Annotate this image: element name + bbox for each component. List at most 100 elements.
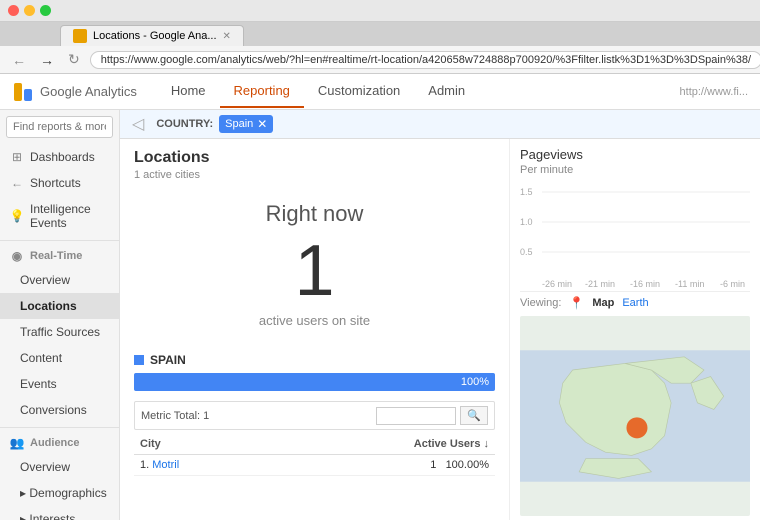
pageviews-subtitle: Per minute bbox=[520, 164, 750, 176]
nav-admin[interactable]: Admin bbox=[414, 75, 479, 108]
url-bar[interactable]: https://www.google.com/analytics/web/?hl… bbox=[90, 51, 760, 69]
sidebar-item-demographics[interactable]: ▸ Demographics bbox=[0, 480, 119, 506]
sidebar-item-audience-overview[interactable]: Overview bbox=[0, 454, 119, 480]
table-section: Metric Total: 1 🔍 City Active Users ↓ bbox=[134, 401, 495, 476]
sidebar-item-shortcuts[interactable]: ← Shortcuts bbox=[0, 170, 119, 196]
left-panel: Locations 1 active cities Right now 1 ac… bbox=[120, 139, 510, 520]
nav-home[interactable]: Home bbox=[157, 75, 220, 108]
grid-icon: ⊞ bbox=[10, 150, 24, 164]
sidebar-item-dashboards[interactable]: ⊞ Dashboards bbox=[0, 144, 119, 170]
filter-country-label: COUNTRY: bbox=[156, 118, 213, 130]
svg-text:-6 min: -6 min bbox=[720, 279, 745, 289]
viewing-label: Viewing: bbox=[520, 297, 561, 309]
ga-logo-text: Google Analytics bbox=[40, 84, 137, 99]
sidebar-toggle-icon[interactable]: ◁ bbox=[132, 114, 144, 134]
sidebar-item-interests[interactable]: ▸ Interests bbox=[0, 506, 119, 520]
data-table: City Active Users ↓ 1. Motril 1 100.00% bbox=[134, 434, 495, 476]
nav-customization[interactable]: Customization bbox=[304, 75, 414, 108]
col-city: City bbox=[134, 434, 267, 455]
chart-svg: 1.5 1.0 0.5 -26 min -21 min -16 min -11 … bbox=[520, 182, 750, 291]
page-subtitle: 1 active cities bbox=[134, 169, 495, 181]
svg-text:-21 min: -21 min bbox=[585, 279, 615, 289]
content-area: ◁ COUNTRY: Spain ✕ Locations 1 active ci… bbox=[120, 110, 760, 520]
clock-icon: ◉ bbox=[10, 249, 24, 263]
pageviews-title: Pageviews bbox=[520, 147, 750, 162]
tab-bar: Locations - Google Ana... ✕ bbox=[0, 22, 760, 46]
right-now-label: Right now bbox=[134, 201, 495, 227]
chart-area: 1.5 1.0 0.5 -26 min -21 min -16 min -11 … bbox=[520, 182, 750, 292]
window-chrome bbox=[0, 0, 760, 22]
country-dot-icon bbox=[134, 355, 144, 365]
table-header-row: Metric Total: 1 🔍 bbox=[134, 401, 495, 430]
svg-text:1.5: 1.5 bbox=[520, 187, 533, 197]
right-panel: Pageviews Per minute 1.5 1.0 0.5 -26 bbox=[510, 139, 760, 520]
ga-logo: Google Analytics bbox=[12, 81, 137, 103]
sidebar-section-main: ⊞ Dashboards ← Shortcuts 💡 Intelligence … bbox=[0, 144, 119, 236]
cell-rank: 1. Motril bbox=[134, 455, 267, 476]
sidebar-item-traffic[interactable]: Traffic Sources bbox=[0, 319, 119, 345]
top-nav: Google Analytics Home Reporting Customiz… bbox=[0, 74, 760, 110]
viewing-bar: Viewing: 📍 Map Earth bbox=[520, 296, 750, 310]
svg-text:-16 min: -16 min bbox=[630, 279, 660, 289]
svg-text:0.5: 0.5 bbox=[520, 247, 533, 257]
back-button[interactable]: ← bbox=[8, 50, 30, 70]
browser-tab[interactable]: Locations - Google Ana... ✕ bbox=[60, 25, 244, 46]
sidebar-item-events[interactable]: Events bbox=[0, 371, 119, 397]
country-label: SPAIN bbox=[134, 353, 495, 367]
metric-total: Metric Total: 1 bbox=[141, 410, 376, 422]
svg-text:-26 min: -26 min bbox=[542, 279, 572, 289]
tab-title: Locations - Google Ana... bbox=[93, 30, 217, 42]
cell-active-users: 1 100.00% bbox=[267, 455, 495, 476]
sidebar-item-conversions[interactable]: Conversions bbox=[0, 397, 119, 423]
window-buttons bbox=[8, 5, 51, 16]
filter-tag-value: Spain bbox=[225, 118, 253, 130]
table-search-button[interactable]: 🔍 bbox=[460, 406, 488, 425]
map-area bbox=[520, 316, 750, 516]
minimize-button[interactable] bbox=[24, 5, 35, 16]
svg-text:-11 min: -11 min bbox=[675, 279, 704, 289]
map-svg bbox=[520, 316, 750, 516]
country-name: SPAIN bbox=[150, 353, 186, 367]
progress-bar: 100% bbox=[134, 373, 495, 391]
sidebar-section-realtime: ◉ Real-Time bbox=[0, 240, 119, 267]
forward-button[interactable]: → bbox=[36, 50, 58, 70]
nav-reporting[interactable]: Reporting bbox=[220, 75, 304, 108]
sidebar-item-content[interactable]: Content bbox=[0, 345, 119, 371]
active-count: 1 bbox=[134, 235, 495, 307]
audience-icon: 👥 bbox=[10, 436, 24, 450]
country-section: SPAIN 100% bbox=[134, 353, 495, 391]
map-pin-icon: 📍 bbox=[569, 296, 584, 310]
filter-remove-icon[interactable]: ✕ bbox=[257, 117, 267, 131]
filter-bar: ◁ COUNTRY: Spain ✕ bbox=[120, 110, 760, 139]
sidebar-item-locations[interactable]: Locations bbox=[0, 293, 119, 319]
nav-right-url: http://www.fi... bbox=[680, 86, 748, 98]
table-row: 1. Motril 1 100.00% bbox=[134, 455, 495, 476]
page-title: Locations bbox=[134, 149, 495, 167]
lightbulb-icon: 💡 bbox=[10, 209, 24, 223]
address-bar: ← → ↻ https://www.google.com/analytics/w… bbox=[0, 46, 760, 74]
col-active-users: Active Users ↓ bbox=[267, 434, 495, 455]
filter-tag-spain: Spain ✕ bbox=[219, 115, 273, 133]
main-layout: ⊞ Dashboards ← Shortcuts 💡 Intelligence … bbox=[0, 110, 760, 520]
active-label: active users on site bbox=[134, 313, 495, 328]
sidebar-section-audience: 👥 Audience bbox=[0, 427, 119, 454]
arrow-left-icon: ← bbox=[10, 176, 24, 190]
refresh-button[interactable]: ↻ bbox=[64, 49, 84, 70]
search-input[interactable] bbox=[6, 116, 113, 138]
progress-percentage: 100% bbox=[461, 376, 489, 388]
progress-bar-container: 100% bbox=[134, 373, 495, 391]
nav-items: Home Reporting Customization Admin bbox=[157, 75, 479, 108]
city-link[interactable]: Motril bbox=[152, 459, 179, 471]
close-button[interactable] bbox=[8, 5, 19, 16]
close-tab-icon[interactable]: ✕ bbox=[223, 31, 231, 42]
sidebar-item-overview[interactable]: Overview bbox=[0, 267, 119, 293]
sidebar-item-intelligence[interactable]: 💡 Intelligence Events bbox=[0, 196, 119, 236]
table-search-input[interactable] bbox=[376, 407, 456, 425]
svg-text:1.0: 1.0 bbox=[520, 217, 533, 227]
view-map-button[interactable]: Map bbox=[592, 297, 614, 309]
favicon-icon bbox=[73, 29, 87, 43]
view-earth-button[interactable]: Earth bbox=[622, 297, 648, 309]
right-now-section: Right now 1 active users on site bbox=[134, 191, 495, 343]
table-header: City Active Users ↓ bbox=[134, 434, 495, 455]
maximize-button[interactable] bbox=[40, 5, 51, 16]
